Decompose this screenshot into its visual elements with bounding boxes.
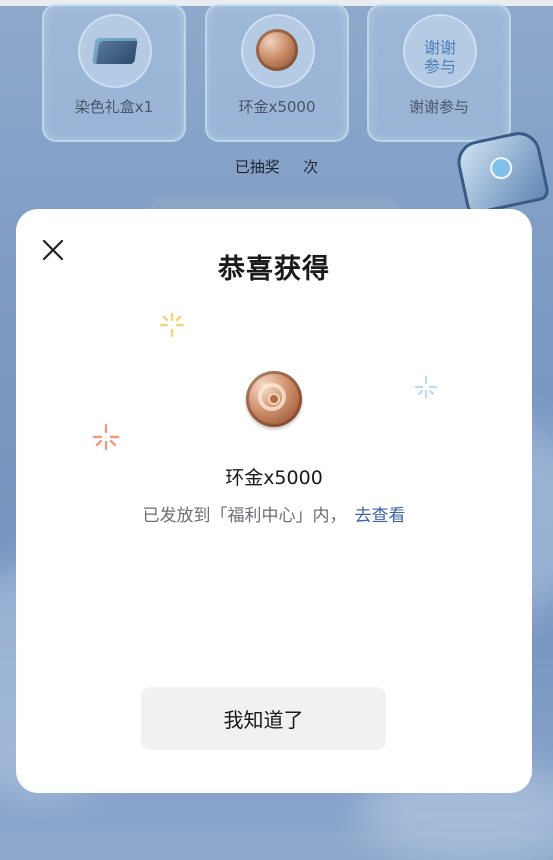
dye-gift-box-icon xyxy=(92,38,138,64)
confirm-button[interactable]: 我知道了 xyxy=(141,687,386,750)
prize-card-dye-gift-box[interactable]: 染色礼盒x1 xyxy=(42,4,186,142)
reward-modal: 恭喜获得 环金x5000 已发放到「福利中心」内， 去查看 我知道了 xyxy=(16,209,532,793)
sparkle-icon xyxy=(92,423,120,451)
chest-lock-icon xyxy=(488,155,515,182)
thanks-icon-text: 谢谢 参与 xyxy=(423,38,456,76)
view-link[interactable]: 去查看 xyxy=(355,506,406,526)
sparkle-icon xyxy=(414,375,438,399)
draw-count-prefix: 已抽奖 xyxy=(234,158,280,176)
background-draw-button xyxy=(150,196,400,210)
prize-label: 谢谢参与 xyxy=(408,98,469,116)
sparkle-icon xyxy=(159,312,185,338)
gold-coin-icon xyxy=(256,29,298,71)
coin-core xyxy=(268,393,280,405)
gold-coin-icon xyxy=(246,371,302,427)
prize-label: 染色礼盒x1 xyxy=(74,98,154,116)
prize-icon-frame xyxy=(241,14,315,88)
draw-count-suffix: 次 xyxy=(303,158,319,176)
prize-icon-frame: 谢谢 参与 xyxy=(403,14,477,88)
prize-label: 环金x5000 xyxy=(238,98,316,116)
reward-delivery-text: 已发放到「福利中心」内， xyxy=(142,506,347,526)
reward-description: 已发放到「福利中心」内， 去查看 xyxy=(16,501,532,526)
prize-card-gold-coin[interactable]: 环金x5000 xyxy=(205,4,349,142)
modal-title: 恭喜获得 xyxy=(218,254,330,285)
reward-name: 环金x5000 xyxy=(225,467,323,489)
prize-card-thanks[interactable]: 谢谢 参与 谢谢参与 xyxy=(367,4,511,142)
prize-icon-frame xyxy=(78,14,152,88)
